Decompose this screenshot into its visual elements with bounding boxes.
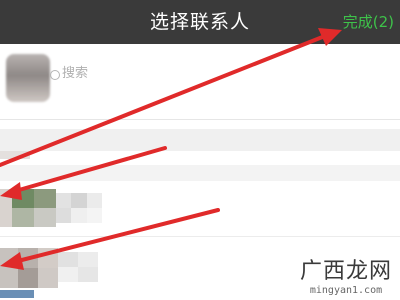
avatar xyxy=(0,151,30,159)
page-title: 选择联系人 xyxy=(149,11,250,33)
checkbox[interactable] xyxy=(0,248,18,288)
done-button[interactable]: 完成(2) xyxy=(343,0,394,44)
avatar xyxy=(12,189,56,227)
avatar xyxy=(18,248,58,288)
search-icon xyxy=(50,70,60,80)
watermark-url: mingyan1.com xyxy=(309,285,383,296)
selected-contact-avatar[interactable] xyxy=(6,54,50,102)
search-input[interactable]: 搜索 xyxy=(62,64,88,84)
contact-name-redacted xyxy=(56,193,102,223)
watermark: 广西龙网 mingyan1.com xyxy=(300,253,392,296)
list-item[interactable] xyxy=(0,181,400,237)
avatar-edge xyxy=(0,290,34,298)
contact-picker-screen: 选择联系人 完成(2) 搜索 广西龙网 mingyan1.com xyxy=(0,0,400,300)
title-bar: 选择联系人 完成(2) xyxy=(0,0,400,44)
watermark-name: 广西龙网 xyxy=(299,259,392,284)
list-item[interactable] xyxy=(0,151,400,165)
section-header xyxy=(0,165,400,181)
search-bar[interactable]: 搜索 xyxy=(0,44,400,120)
contact-name-redacted xyxy=(58,252,98,282)
checkbox[interactable] xyxy=(0,189,12,227)
section-header xyxy=(0,129,400,151)
